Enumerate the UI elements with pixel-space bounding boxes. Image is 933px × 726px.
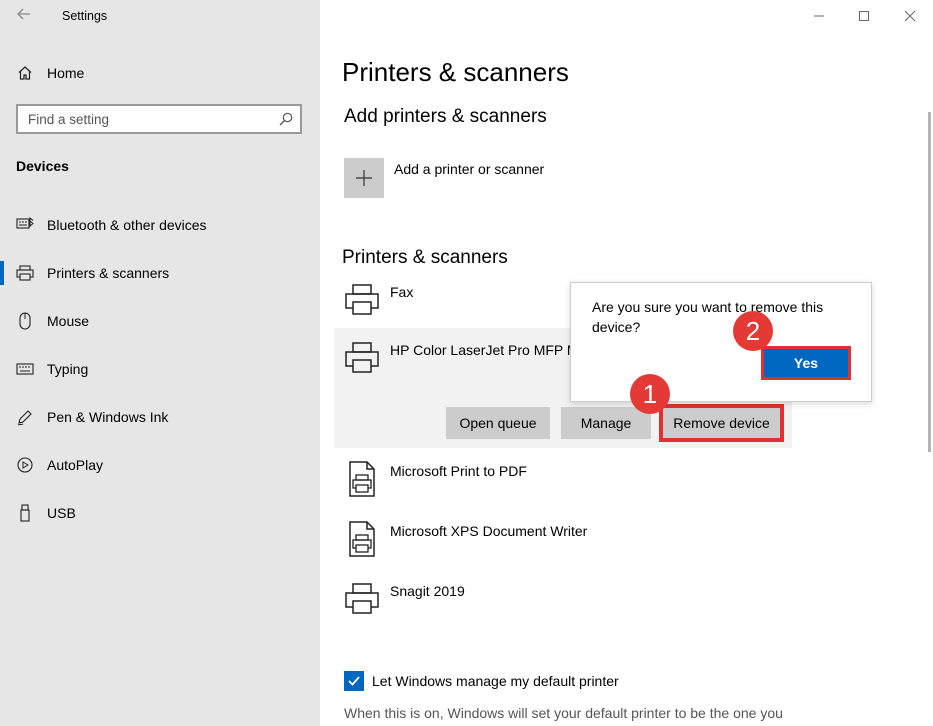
printer-item-snagit[interactable]: Snagit 2019 (334, 581, 792, 631)
printer-item-xps[interactable]: Microsoft XPS Document Writer (334, 521, 792, 571)
page-title: Printers & scanners (342, 57, 569, 87)
default-printer-description: When this is on, Windows will set your d… (344, 705, 783, 721)
maximize-icon (859, 11, 869, 21)
printer-icon (345, 583, 379, 614)
list-heading: Printers & scanners (342, 247, 508, 268)
usb-icon (16, 504, 34, 522)
section-heading: Devices (16, 158, 69, 174)
minimize-button[interactable] (796, 4, 842, 28)
sidebar-item-label: Printers & scanners (47, 265, 170, 281)
sidebar-item-label: USB (47, 505, 76, 521)
search-box[interactable] (16, 104, 302, 134)
document-printer-icon (349, 521, 375, 557)
open-queue-button[interactable]: Open queue (446, 407, 550, 439)
close-button[interactable] (887, 4, 933, 28)
step-badge-2: 2 (733, 311, 773, 351)
add-printer-label[interactable]: Add a printer or scanner (394, 161, 544, 177)
sidebar-item-label: Bluetooth & other devices (47, 217, 207, 233)
printer-name: Microsoft Print to PDF (390, 463, 527, 479)
remove-device-button[interactable]: Remove device (659, 404, 784, 442)
bluetooth-keyboard-icon (16, 216, 34, 234)
mouse-icon (16, 312, 34, 330)
add-heading: Add printers & scanners (344, 106, 547, 127)
back-button[interactable] (14, 6, 34, 26)
main-panel: Printers & scanners Add printers & scann… (320, 0, 933, 726)
printer-name: HP Color LaserJet Pro MFP M (390, 342, 570, 358)
document-printer-icon (349, 461, 375, 497)
sidebar-item-label: Mouse (47, 313, 90, 329)
app-title: Settings (62, 9, 108, 23)
minimize-icon (814, 15, 824, 17)
plus-icon (356, 170, 372, 186)
pen-icon (16, 408, 34, 426)
sidebar-item-typing[interactable]: Typing (0, 349, 320, 389)
checkmark-icon (348, 676, 360, 686)
sidebar-item-pen[interactable]: Pen & Windows Ink (0, 397, 320, 437)
sidebar-item-label: Typing (47, 361, 89, 377)
printer-name: Fax (390, 284, 414, 300)
sidebar-item-autoplay[interactable]: AutoPlay (0, 445, 320, 485)
home-icon (16, 64, 34, 82)
sidebar-item-printers[interactable]: Printers & scanners (0, 253, 320, 293)
confirm-dialog: Are you sure you want to remove this dev… (570, 282, 872, 402)
add-printer-button[interactable] (344, 158, 384, 198)
search-input[interactable] (18, 106, 278, 132)
scrollbar[interactable] (928, 112, 931, 452)
manage-button[interactable]: Manage (561, 407, 651, 439)
printer-item-pdf[interactable]: Microsoft Print to PDF (334, 461, 792, 511)
sidebar-item-label: Pen & Windows Ink (47, 409, 169, 425)
sidebar-item-mouse[interactable]: Mouse (0, 301, 320, 341)
dialog-message: Are you sure you want to remove this dev… (592, 299, 824, 335)
default-printer-label[interactable]: Let Windows manage my default printer (372, 673, 619, 689)
printer-name: Snagit 2019 (390, 583, 465, 599)
yes-button[interactable]: Yes (761, 346, 851, 380)
printer-icon (345, 342, 379, 373)
close-icon (904, 10, 916, 22)
search-icon[interactable] (278, 111, 294, 127)
printer-name: Microsoft XPS Document Writer (390, 523, 588, 539)
sidebar-item-label: AutoPlay (47, 457, 104, 473)
sidebar-item-bluetooth[interactable]: Bluetooth & other devices (0, 205, 320, 245)
autoplay-icon (16, 456, 34, 474)
nav-home-label: Home (47, 65, 85, 81)
step-badge-1: 1 (630, 374, 670, 414)
maximize-button[interactable] (841, 4, 887, 28)
keyboard-icon (16, 360, 34, 378)
sidebar-item-usb[interactable]: USB (0, 493, 320, 533)
default-printer-checkbox[interactable] (344, 671, 364, 691)
back-arrow-icon (17, 8, 30, 20)
nav-home[interactable]: Home (0, 53, 320, 93)
printer-icon (345, 284, 379, 315)
printer-icon (16, 264, 34, 282)
sidebar: Settings Home Devices Bluetooth & other … (0, 0, 320, 726)
